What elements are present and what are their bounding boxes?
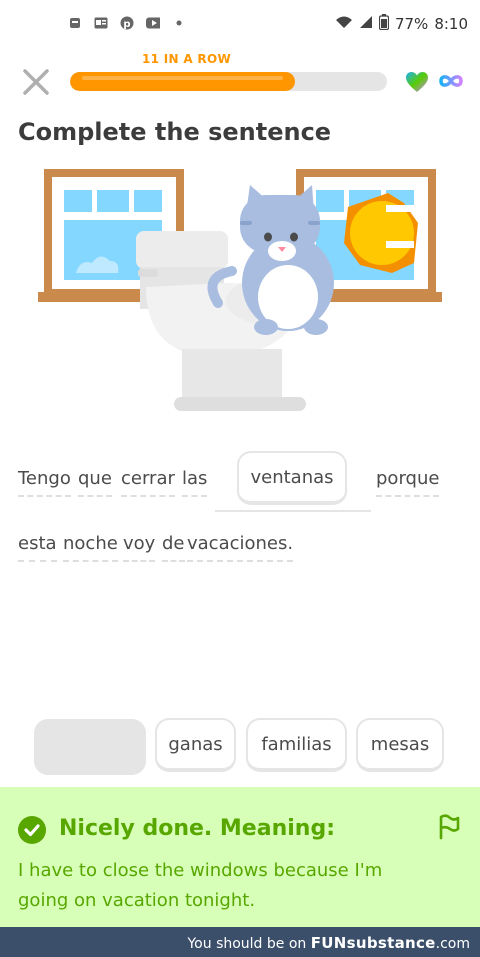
news-icon (68, 16, 82, 30)
heart-icon (406, 72, 428, 92)
hearts-button[interactable] (405, 71, 429, 93)
pinterest-icon: p (120, 16, 134, 30)
unlimited-hearts-indicator (437, 72, 465, 90)
signal-icon (359, 15, 373, 33)
close-button[interactable] (22, 68, 50, 96)
sentence-word[interactable]: que (78, 468, 112, 497)
flag-icon (439, 814, 460, 840)
used-word-slot (34, 719, 146, 775)
system-status: 77% 8:10 (335, 14, 468, 34)
streak-label: 11 IN A ROW (142, 52, 232, 66)
sentence-word[interactable]: Tengo (18, 468, 71, 497)
svg-text:p: p (123, 19, 130, 30)
watermark-banner: You should be on FUNsubstance.com (0, 927, 480, 957)
sentence-word[interactable]: porque (376, 468, 440, 497)
watermark-suffix: .com (435, 936, 470, 952)
sentence-word[interactable]: esta (18, 533, 57, 562)
status-bar: p 77% 8:10 (0, 0, 480, 50)
clock: 8:10 (434, 15, 468, 33)
word-option-mesas[interactable]: mesas (356, 718, 444, 772)
battery-icon (378, 14, 390, 34)
watermark-brand: FUNsubstance (310, 934, 436, 952)
check-circle-icon (18, 816, 46, 844)
watermark-text: You should be on FUNsubstance.com (187, 934, 470, 952)
progress-fill (70, 72, 296, 91)
illustration-graphic (38, 169, 442, 411)
battery-percent: 77% (394, 15, 429, 33)
feedback-translation: I have to close the windows because I'm … (18, 860, 383, 911)
sentence-word[interactable]: noche (63, 533, 118, 562)
watermark-prefix: You should be on (187, 936, 311, 952)
wifi-icon (335, 15, 353, 33)
word-option-familias[interactable]: familias (246, 718, 347, 772)
sentence-word[interactable]: vacaciones. (187, 533, 294, 562)
infinity-icon (439, 75, 463, 87)
sentence-word[interactable]: de (162, 533, 185, 562)
cat-on-toilet-illustration (36, 165, 444, 417)
report-button[interactable] (436, 812, 462, 840)
newspaper-icon (94, 16, 108, 30)
notification-icons: p (68, 16, 186, 30)
more-dot-icon (172, 16, 186, 30)
feedback-title: Nicely done. Meaning: (59, 816, 335, 841)
sentence-word[interactable]: voy (123, 533, 156, 562)
close-icon (23, 69, 49, 95)
selected-answer-chip[interactable]: ventanas (237, 451, 347, 505)
exercise-title: Complete the sentence (18, 118, 332, 146)
word-option-ganas[interactable]: ganas (155, 718, 236, 772)
youtube-icon (146, 16, 160, 30)
answer-blank-line (215, 510, 371, 512)
sentence-word[interactable]: cerrar (121, 468, 175, 497)
lesson-progress-bar (70, 72, 387, 91)
sentence-word[interactable]: las (182, 468, 208, 497)
